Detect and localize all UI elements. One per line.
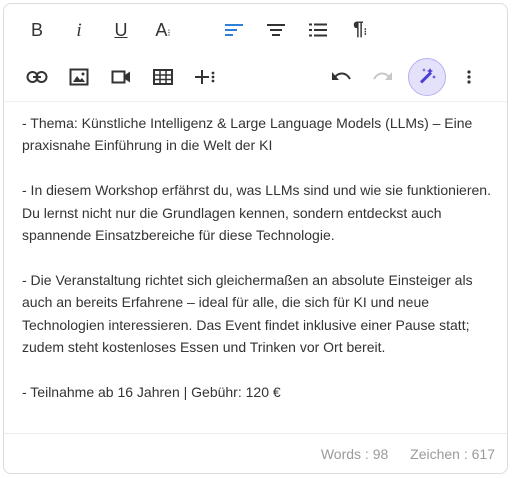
paragraph: - Die Veranstaltung richtet sich gleiche… [22, 271, 473, 356]
underline-icon: U [114, 20, 128, 40]
paragraph: - In diesem Workshop erfährst du, was LL… [22, 182, 491, 244]
insert-more-button[interactable] [187, 59, 223, 95]
status-bar: Words : 98 Zeichen : 617 [303, 446, 495, 462]
bold-button[interactable]: B [19, 12, 55, 48]
editor-content[interactable]: - Thema: Künstliche Intelligenz & Large … [22, 112, 502, 403]
paragraph: - Teilnahme ab 16 Jahren | Gebühr: 120 € [22, 383, 281, 400]
empty-line [22, 157, 502, 179]
redo-icon [373, 72, 392, 80]
image-icon [69, 68, 89, 86]
undo-button[interactable] [323, 59, 359, 95]
plus-more-icon [195, 70, 215, 84]
italic-icon: i [76, 19, 82, 41]
table-icon [153, 69, 173, 85]
align-center-button[interactable] [258, 12, 294, 48]
more-vertical-icon [467, 70, 471, 84]
align-button[interactable] [216, 12, 252, 48]
magic-wand-icon [419, 68, 436, 84]
italic-button[interactable]: i [61, 12, 97, 48]
align-left-icon [225, 24, 243, 36]
align-center-icon [267, 24, 285, 36]
video-icon [111, 70, 130, 84]
toolbar-divider [4, 101, 507, 102]
list-button[interactable] [300, 12, 336, 48]
paragraph-icon: ¶⁝ [353, 19, 367, 40]
underline-button[interactable]: U [103, 12, 139, 48]
word-count: Words : 98 [320, 446, 389, 462]
video-button[interactable] [103, 59, 139, 95]
table-button[interactable] [145, 59, 181, 95]
ai-magic-button[interactable] [408, 58, 446, 96]
link-icon [26, 71, 48, 83]
undo-icon [332, 72, 351, 80]
rich-text-editor: B i U A⁝ ¶⁝ - Thema: Künstliche Intellig… [3, 3, 508, 474]
empty-line [22, 246, 502, 268]
font-size-icon: A⁝ [155, 19, 171, 40]
empty-line [22, 358, 502, 380]
link-button[interactable] [19, 59, 55, 95]
paragraph-button[interactable]: ¶⁝ [342, 12, 378, 48]
bold-icon: B [30, 20, 43, 40]
image-button[interactable] [61, 59, 97, 95]
ordered-list-icon [309, 23, 327, 37]
font-size-button[interactable]: A⁝ [145, 12, 181, 48]
paragraph: - Thema: Künstliche Intelligenz & Large … [22, 115, 473, 154]
more-options-button[interactable] [451, 59, 487, 95]
redo-button[interactable] [365, 59, 401, 95]
footer-divider [4, 433, 507, 434]
character-count: Zeichen : 617 [410, 446, 495, 462]
